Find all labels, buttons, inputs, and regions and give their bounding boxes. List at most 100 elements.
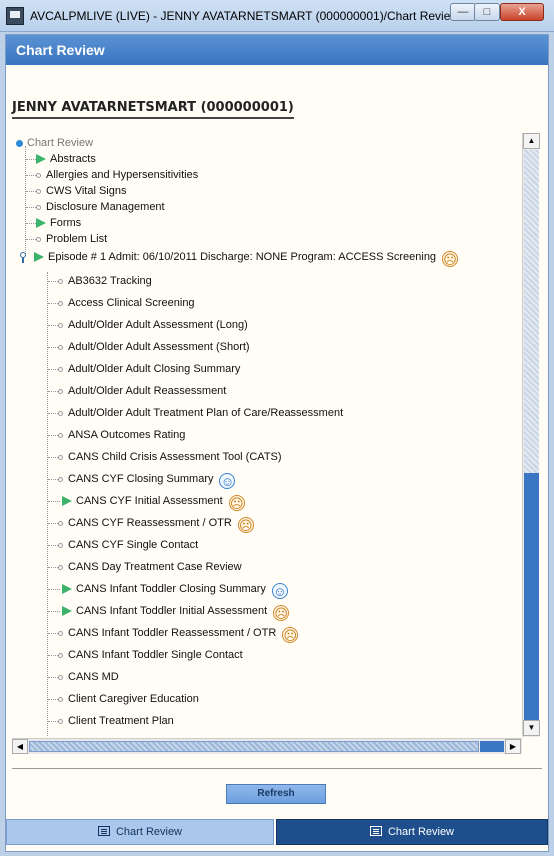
leaf-bullet-icon — [58, 476, 63, 482]
episode-label: Episode # 1 Admit: 06/10/2011 Discharge:… — [48, 251, 437, 263]
tree-item[interactable]: Problem List — [36, 230, 107, 248]
leaf-bullet-icon — [58, 454, 63, 460]
episode-item-label: Adult/Older Adult Assessment (Short) — [68, 341, 250, 353]
leaf-bullet-icon — [58, 300, 63, 306]
close-button[interactable]: X — [500, 3, 544, 21]
sad-face-icon: ☹ — [282, 627, 299, 643]
tree-connector — [48, 369, 58, 370]
episode-item[interactable]: CANS Infant Toddler Closing Summary ☺ — [62, 580, 288, 599]
horizontal-scroll-thumb[interactable] — [480, 741, 504, 752]
episode-item[interactable]: CANS MD — [58, 668, 119, 686]
tree-connector — [48, 721, 58, 722]
episode-item[interactable]: CANS Infant Toddler Single Contact — [58, 646, 243, 664]
leaf-bullet-icon — [36, 188, 41, 194]
episode-item[interactable]: AB3632 Tracking — [58, 272, 152, 290]
episode-item[interactable]: Adult/Older Adult Assessment (Short) — [58, 338, 250, 356]
tree-connector — [48, 501, 60, 502]
episode-item-label: CANS Infant Toddler Single Contact — [68, 649, 243, 661]
tree-connector — [48, 677, 58, 678]
leaf-bullet-icon — [58, 718, 63, 724]
form-icon — [369, 826, 382, 836]
episode-item-label: CANS Day Treatment Case Review — [68, 561, 242, 573]
tree-connector — [26, 159, 36, 160]
episode-item[interactable]: Adult/Older Adult Closing Summary — [58, 360, 240, 378]
tree-connector — [47, 272, 48, 736]
pin-icon[interactable] — [20, 252, 26, 264]
episode-item[interactable]: Adult/Older Adult Treatment Plan of Care… — [58, 404, 343, 422]
refresh-button[interactable]: Refresh — [226, 784, 326, 804]
expand-arrow-icon[interactable] — [36, 154, 46, 165]
episode-item[interactable]: Adult/Older Adult Reassessment — [58, 382, 226, 400]
leaf-bullet-icon — [58, 322, 63, 328]
form-icon — [97, 826, 110, 836]
episode-item[interactable]: Client Caregiver Education — [58, 690, 199, 708]
divider — [12, 768, 542, 769]
tree-item-label: Forms — [50, 217, 82, 229]
episode-item-label: CANS Infant Toddler Initial Assessment — [76, 605, 268, 617]
episode-item[interactable]: ANSA Outcomes Rating — [58, 426, 185, 444]
tab-chart-review-2[interactable]: Chart Review — [276, 819, 548, 845]
window-frame: Chart Review JENNY AVATARNETSMART (00000… — [0, 32, 554, 856]
tree-connector — [48, 413, 58, 414]
expand-arrow-icon[interactable] — [34, 252, 44, 263]
leaf-bullet-icon — [58, 410, 63, 416]
leaf-bullet-icon — [58, 278, 63, 284]
episode-item[interactable]: CANS CYF Reassessment / OTR ☹ — [58, 514, 254, 533]
episode-item[interactable]: CANS Infant Toddler Reassessment / OTR ☹ — [58, 624, 299, 643]
episode-item-label: CANS CYF Reassessment / OTR — [68, 517, 232, 529]
panel-header: Chart Review — [6, 35, 548, 65]
episode-item-label: CANS CYF Single Contact — [68, 539, 199, 551]
episode-item[interactable]: Adult/Older Adult Assessment (Long) — [58, 316, 248, 334]
episode-item[interactable]: CANS Day Treatment Case Review — [58, 558, 242, 576]
episode-item-label: Adult/Older Adult Reassessment — [68, 385, 227, 397]
patient-name: JENNY AVATARNETSMART (000000001) — [12, 100, 294, 119]
episode-item[interactable]: Access Clinical Screening — [58, 294, 195, 312]
episode-item[interactable]: CANS Infant Toddler Initial Assessment ☹ — [62, 602, 290, 621]
expand-arrow-icon[interactable] — [36, 218, 46, 229]
scroll-up-button[interactable]: ▲ — [523, 133, 540, 149]
tab-label: Chart Review — [387, 826, 455, 838]
episode-item-label: Adult/Older Adult Treatment Plan of Care… — [68, 407, 344, 419]
horizontal-scroll-track[interactable] — [29, 741, 479, 752]
happy-face-icon: ☺ — [271, 583, 288, 599]
episode-item[interactable]: CANS CYF Single Contact — [58, 536, 198, 554]
episode-node[interactable]: Episode # 1 Admit: 06/10/2011 Discharge:… — [20, 248, 459, 267]
episode-item-label: CANS Child Crisis Assessment Tool (CATS) — [68, 451, 282, 463]
episode-item-label: Client Caregiver Education — [68, 693, 199, 705]
tree-connector — [26, 175, 36, 176]
vertical-scrollbar[interactable]: ▲ ▼ — [522, 133, 540, 737]
tab-chart-review-1[interactable]: Chart Review — [6, 819, 274, 845]
expand-arrow-icon[interactable] — [62, 496, 72, 507]
chart-tree: Chart Review Abstracts Allergies and Hyper… — [12, 134, 538, 736]
leaf-bullet-icon — [36, 172, 41, 178]
scroll-right-button[interactable]: ▶ — [505, 739, 521, 754]
scroll-track-upper[interactable] — [524, 150, 539, 473]
maximize-button[interactable]: □ — [474, 3, 500, 21]
horizontal-scrollbar[interactable]: ◀ ▶ — [12, 738, 522, 754]
episode-item[interactable]: Client Treatment Plan — [58, 712, 174, 730]
tab-label: Chart Review — [115, 826, 183, 838]
minimize-button[interactable]: — — [450, 3, 476, 21]
episode-item-label: ANSA Outcomes Rating — [68, 429, 186, 441]
episode-item[interactable]: CANS CYF Closing Summary ☺ — [58, 470, 236, 489]
vertical-scroll-thumb[interactable] — [524, 473, 539, 720]
expand-arrow-icon[interactable] — [62, 606, 72, 617]
tree-connector — [48, 457, 58, 458]
episode-item[interactable]: CANS Child Crisis Assessment Tool (CATS) — [58, 448, 282, 466]
tree-connector — [48, 699, 58, 700]
expand-arrow-icon[interactable] — [62, 584, 72, 595]
happy-face-icon: ☺ — [219, 473, 236, 489]
window-title: AVCALPMLIVE (LIVE) - JENNY AVATARNETSMAR… — [30, 9, 460, 23]
episode-item[interactable]: CANS CYF Initial Assessment ☹ — [62, 492, 245, 511]
leaf-bullet-icon — [58, 344, 63, 350]
scroll-left-button[interactable]: ◀ — [12, 739, 28, 754]
tree-connector — [48, 281, 58, 282]
tree-connector — [48, 435, 58, 436]
sad-face-icon: ☹ — [237, 517, 254, 533]
leaf-bullet-icon — [58, 520, 63, 526]
chart-review-panel: Chart Review JENNY AVATARNETSMART (00000… — [5, 34, 549, 852]
leaf-bullet-icon — [58, 696, 63, 702]
episode-item-label: Adult/Older Adult Closing Summary — [68, 363, 241, 375]
scroll-down-button[interactable]: ▼ — [523, 720, 540, 736]
tree-item-label: Abstracts — [50, 153, 96, 165]
